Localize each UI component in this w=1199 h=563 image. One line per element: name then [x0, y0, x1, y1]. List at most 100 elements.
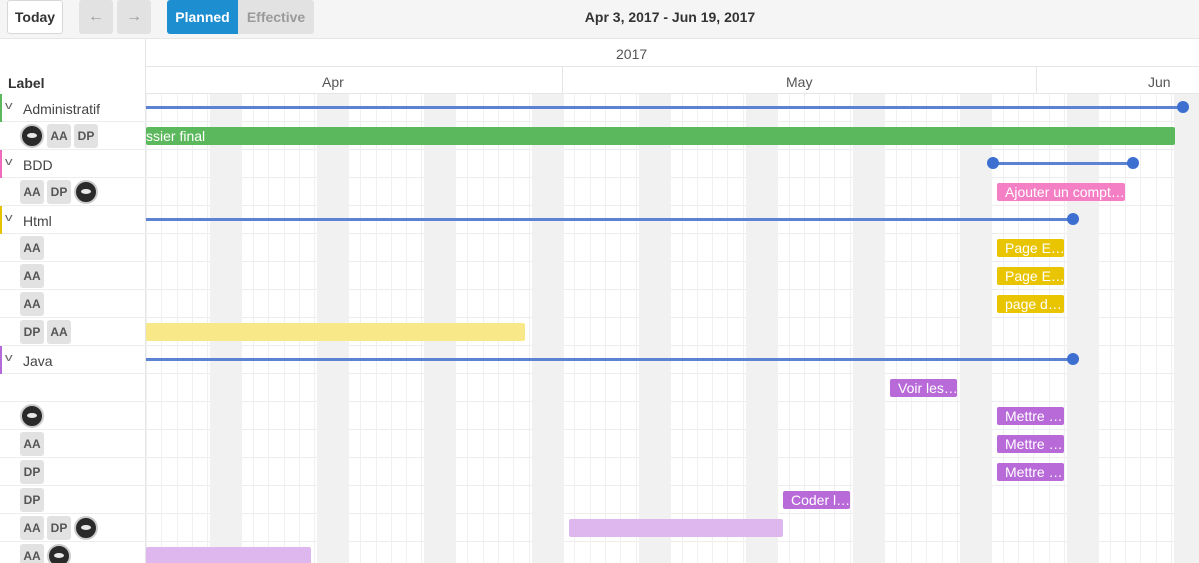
- row-gridline: [146, 149, 1199, 150]
- task-bar[interactable]: Page E…: [997, 267, 1064, 285]
- group-row-bdd[interactable]: v BDD: [0, 150, 146, 178]
- chevron-down-icon[interactable]: v: [5, 352, 13, 364]
- task-bar[interactable]: Page E…: [997, 239, 1064, 257]
- weekend-column: [746, 94, 778, 563]
- user-avatar: [74, 516, 98, 540]
- user-avatar: [74, 180, 98, 204]
- task-bar[interactable]: Mettre …: [997, 407, 1064, 425]
- group-row-java[interactable]: v Java: [0, 346, 146, 374]
- previous-button[interactable]: ←: [79, 0, 113, 34]
- row-gridline: [146, 317, 1199, 318]
- row-gridline: [146, 457, 1199, 458]
- group-row-administratif[interactable]: v Administratif: [0, 94, 146, 122]
- assignee-chip: DP: [74, 124, 98, 148]
- task-bar[interactable]: Ajouter un compt…: [997, 183, 1125, 201]
- task-row[interactable]: DP AA: [0, 318, 146, 346]
- task-bar[interactable]: Mettre …: [997, 435, 1064, 453]
- year-label: 2017: [616, 46, 648, 62]
- day-gridline: [605, 94, 606, 563]
- task-row[interactable]: AA: [0, 542, 146, 563]
- task-bar[interactable]: [146, 547, 311, 563]
- task-bar[interactable]: Voir les…: [890, 379, 957, 397]
- task-row[interactable]: AA DP: [0, 514, 146, 542]
- row-gridline: [146, 121, 1199, 122]
- group-summary-bar[interactable]: [146, 106, 1182, 109]
- row-gridline: [146, 177, 1199, 178]
- arrow-left-icon: ←: [88, 8, 104, 25]
- day-gridline: [636, 94, 637, 563]
- summary-end-handle[interactable]: [1127, 157, 1139, 169]
- task-row[interactable]: DP: [0, 458, 146, 486]
- today-button[interactable]: Today: [7, 0, 63, 34]
- next-button[interactable]: →: [117, 0, 151, 34]
- day-gridline: [1171, 94, 1172, 563]
- gantt-grid[interactable]: ssier final Ajouter un compt… Page E… Pa…: [146, 94, 1199, 563]
- task-bar[interactable]: ssier final: [146, 127, 1175, 145]
- group-color-bar: [0, 206, 2, 234]
- assignee-chip: AA: [20, 264, 44, 288]
- task-row[interactable]: [0, 402, 146, 430]
- task-row[interactable]: AA DP: [0, 178, 146, 206]
- effective-toggle[interactable]: Effective: [238, 0, 314, 34]
- date-range-title: Apr 3, 2017 - Jun 19, 2017: [584, 9, 756, 25]
- day-gridline: [682, 94, 683, 563]
- task-bar[interactable]: [569, 519, 783, 537]
- user-avatar: [20, 124, 44, 148]
- weekend-column: [853, 94, 885, 563]
- task-bar[interactable]: [146, 323, 525, 341]
- toolbar: Today ← → Planned Effective Apr 3, 2017 …: [0, 0, 1199, 39]
- group-color-bar: [0, 94, 2, 122]
- task-bar[interactable]: page d…: [997, 295, 1064, 313]
- day-gridline: [926, 94, 927, 563]
- summary-end-handle[interactable]: [1177, 101, 1189, 113]
- task-row[interactable]: AA: [0, 234, 146, 262]
- assignee-chip: AA: [20, 292, 44, 316]
- gantt-timeline[interactable]: 2017 Apr May Jun ssier final Ajouter un …: [146, 39, 1199, 563]
- summary-end-handle[interactable]: [1067, 213, 1079, 225]
- chevron-down-icon[interactable]: v: [5, 156, 13, 168]
- task-bar[interactable]: Coder l…: [783, 491, 850, 509]
- group-row-html[interactable]: v Html: [0, 206, 146, 234]
- task-row[interactable]: [0, 374, 146, 402]
- row-gridline: [146, 485, 1199, 486]
- group-summary-bar[interactable]: [146, 358, 1074, 361]
- assignee-chip: AA: [20, 236, 44, 260]
- row-gridline: [146, 289, 1199, 290]
- assignee-chip: DP: [20, 488, 44, 512]
- row-gridline: [146, 345, 1199, 346]
- group-summary-bar[interactable]: [993, 162, 1133, 165]
- task-row[interactable]: AA: [0, 262, 146, 290]
- row-gridline: [146, 429, 1199, 430]
- group-summary-bar[interactable]: [146, 218, 1074, 221]
- day-gridline: [712, 94, 713, 563]
- summary-end-handle[interactable]: [1067, 353, 1079, 365]
- task-row[interactable]: AA: [0, 290, 146, 318]
- task-row[interactable]: AA: [0, 430, 146, 458]
- day-gridline: [590, 94, 591, 563]
- day-gridline: [1156, 94, 1157, 563]
- task-row[interactable]: DP: [0, 486, 146, 514]
- row-gridline: [146, 401, 1199, 402]
- chevron-down-icon[interactable]: v: [5, 100, 13, 112]
- planned-toggle[interactable]: Planned: [167, 0, 238, 34]
- assignee-chip: AA: [47, 124, 71, 148]
- weekend-column: [1174, 94, 1199, 563]
- summary-start-handle[interactable]: [987, 157, 999, 169]
- task-row[interactable]: AA DP: [0, 122, 146, 150]
- task-bar[interactable]: Mettre …: [997, 463, 1064, 481]
- row-gridline: [146, 205, 1199, 206]
- group-name: Administratif: [23, 101, 101, 117]
- chevron-down-icon[interactable]: v: [5, 212, 13, 224]
- weekend-column: [639, 94, 671, 563]
- month-separator: [1036, 67, 1037, 94]
- day-gridline: [942, 94, 943, 563]
- day-gridline: [574, 94, 575, 563]
- row-gridline: [146, 373, 1199, 374]
- assignee-chip: DP: [20, 320, 44, 344]
- day-gridline: [697, 94, 698, 563]
- month-header: Apr May Jun: [146, 67, 1199, 94]
- label-header: Label: [8, 75, 45, 91]
- day-gridline: [620, 94, 621, 563]
- group-name: Html: [23, 213, 52, 229]
- label-column: Label v Administratif AA DP v BDD AA DP …: [0, 39, 146, 563]
